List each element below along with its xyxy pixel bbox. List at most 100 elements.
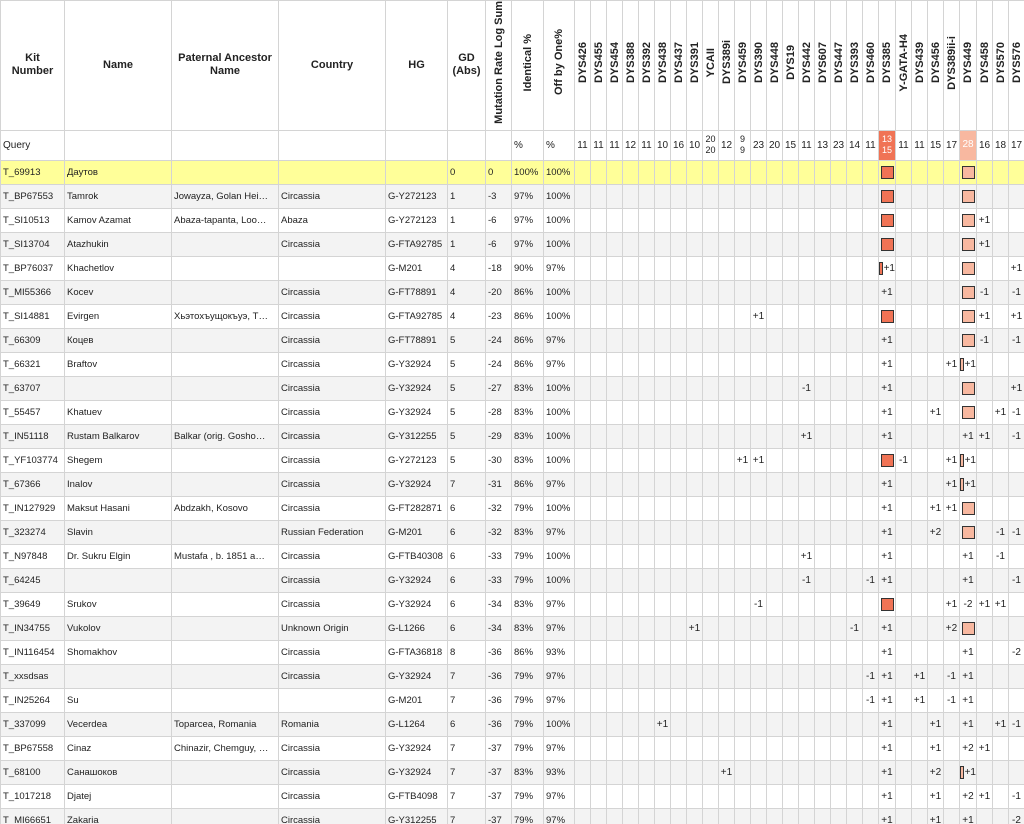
col-header-8[interactable]: Off by One%	[543, 0, 575, 131]
marker-header[interactable]: DYS449	[959, 0, 977, 131]
marker-cell: -1	[895, 447, 912, 473]
marker-header[interactable]: DYS392	[638, 0, 655, 131]
marker-header[interactable]: DYS439	[911, 0, 928, 131]
marker-cell	[590, 183, 607, 209]
marker-cell	[992, 783, 1009, 809]
marker-header[interactable]: DYS385	[878, 0, 896, 131]
col-header-1[interactable]: Name	[64, 0, 172, 131]
table-row[interactable]: T_MI55366 Kocev Circassia G-FT78891 4 -20 86% 1…	[0, 279, 1024, 305]
marker-cell	[622, 495, 639, 521]
marker-diff: +1	[964, 358, 976, 370]
table-row[interactable]: T_63707 Circassia G-Y32924 5 -27 83% 100% -1 +1 +…	[0, 375, 1024, 401]
marker-cell	[670, 495, 687, 521]
table-row[interactable]: T_MI66651 Zakaria Circassia G-Y312255 7 -37 79…	[0, 807, 1024, 824]
marker-header[interactable]: DYS437	[670, 0, 687, 131]
cell-anc	[171, 255, 279, 281]
cell-off: 100%	[543, 567, 575, 593]
table-row[interactable]: T_66309 Коцев Circassia G-FT78891 5 -24 86% 97%…	[0, 327, 1024, 353]
table-row[interactable]: T_64245 Circassia G-Y32924 6 -33 79% 100% -1 -1 +…	[0, 567, 1024, 593]
table-row[interactable]: T_IN25264SuG-M2017-3679%97%-1+1+1-1+1+2	[0, 687, 1024, 713]
marker-cell	[814, 447, 831, 473]
marker-header[interactable]: DYS458	[976, 0, 993, 131]
table-row[interactable]: T_66321 Braftov Circassia G-Y32924 5 -24 86% 97…	[0, 351, 1024, 377]
marker-header[interactable]: DYS570	[992, 0, 1009, 131]
marker-header[interactable]: DYS389ii-i	[943, 0, 960, 131]
table-row[interactable]: T_N97848 Dr. Sukru Elgin Mustafa , b. 1851…	[0, 543, 1024, 569]
marker-header[interactable]: DYS454	[606, 0, 623, 131]
cell-name: Vukolov	[64, 615, 172, 641]
marker-cell	[670, 207, 687, 233]
marker-cell	[927, 255, 944, 281]
table-row[interactable]: T_55457 Khatuev Circassia G-Y32924 5 -28 83% 10…	[0, 399, 1024, 425]
table-row[interactable]: T_SI14881 Evirgen Хьэтохъущокъуэ, Т… Circas…	[0, 303, 1024, 329]
mismatch-marker	[961, 165, 975, 179]
marker-header[interactable]: DYS19	[782, 0, 799, 131]
table-row[interactable]: T_SI10513 Kamov Azamat Abaza-tapanta, Loo……	[0, 207, 1024, 233]
table-row[interactable]: T_67366 Inalov Circassia G-Y32924 7 -31 86% 97%…	[0, 471, 1024, 497]
table-row[interactable]: T_SI13704 Atazhukin Circassia G-FTA92785 1 -6…	[0, 231, 1024, 257]
cell-kit: T_63707	[0, 375, 65, 401]
marker-cell	[782, 207, 799, 233]
marker-header[interactable]: DYS442	[798, 0, 815, 131]
col-header-7[interactable]: Identical %	[511, 0, 544, 131]
marker-header[interactable]: DYS388	[622, 0, 639, 131]
table-row[interactable]: T_68100 Санашоков Circassia G-Y32924 7 -37 83%…	[0, 759, 1024, 785]
marker-cell: -1	[798, 375, 815, 401]
table-row[interactable]: T_69913 Даутов 0 0 100% 100%	[0, 159, 1024, 185]
table-row[interactable]: T_337099 Vecerdea Toparcea, Romania Romania…	[0, 711, 1024, 737]
marker-header[interactable]: DYS390	[750, 0, 767, 131]
col-header-0[interactable]: Kit Number	[0, 0, 65, 131]
marker-cell	[574, 183, 591, 209]
marker-header[interactable]: DYS426	[574, 0, 591, 131]
marker-header[interactable]: Y-GATA-H4	[895, 0, 912, 131]
marker-header[interactable]: DYS459	[734, 0, 751, 131]
marker-cell: +1	[992, 399, 1009, 425]
cell-kit: T_MI66651	[0, 807, 65, 824]
marker-header[interactable]: DYS389i	[718, 0, 735, 131]
marker-cell	[590, 255, 607, 281]
marker-header[interactable]: DYS438	[654, 0, 671, 131]
marker-header[interactable]: DYS448	[766, 0, 783, 131]
marker-header[interactable]: DYS456	[927, 0, 944, 131]
marker-cell	[750, 375, 767, 401]
marker-cell	[798, 639, 815, 665]
cell-hg: G-Y32924	[385, 567, 448, 593]
marker-cell	[654, 519, 671, 545]
table-row[interactable]: T_IN34755 Vukolov Unknown Origin G-L1266 6 -3…	[0, 615, 1024, 641]
table-row[interactable]: T_xxsdsas Circassia G-Y32924 7 -36 79% 97% -1 +1…	[0, 663, 1024, 689]
marker-header[interactable]: DYS460	[862, 0, 879, 131]
marker-header[interactable]: DYS455	[590, 0, 607, 131]
table-row[interactable]: T_IN127929 Maksut Hasani Abdzakh, Kosovo Ci…	[0, 495, 1024, 521]
col-header-6[interactable]: Mutation Rate Log Sum	[485, 0, 512, 131]
marker-header[interactable]: DYS607	[814, 0, 831, 131]
table-row[interactable]: T_BP67558 Cinaz Chinazir, Chemguy, … Circas…	[0, 735, 1024, 761]
cell-anc	[171, 327, 279, 353]
marker-header[interactable]: YCAII	[702, 0, 719, 131]
marker-cell	[862, 423, 879, 449]
table-row[interactable]: T_323274 Slavin Russian Federation G-M201 6-…	[0, 519, 1024, 545]
marker-header[interactable]: DYS447	[830, 0, 847, 131]
mismatch-marker	[961, 333, 975, 347]
marker-cell	[702, 519, 719, 545]
marker-cell	[654, 255, 671, 281]
col-header-4[interactable]: HG	[385, 0, 448, 131]
table-row[interactable]: T_39649 Srukov Circassia G-Y32924 6 -34 83% 97%…	[0, 591, 1024, 617]
marker-header[interactable]: DYS576	[1008, 0, 1024, 131]
col-header-2[interactable]: Paternal Ancestor Name	[171, 0, 279, 131]
marker-cell: -1	[976, 279, 993, 305]
marker-cell	[814, 759, 831, 785]
table-row[interactable]: T_BP76037KhachetlovG-M2014-1890%97%+1+1+…	[0, 255, 1024, 281]
table-row[interactable]: T_YF103774 Shegem Circassia G-Y272123 5 -30 83…	[0, 447, 1024, 473]
cell-name: Kamov Azamat	[64, 207, 172, 233]
col-header-5[interactable]: GD (Abs)	[447, 0, 486, 131]
table-row[interactable]: T_BP67553 Tamrok Jowayza, Golan Hei… Circas…	[0, 183, 1024, 209]
table-row[interactable]: T_IN116454 Shomakhov Circassia G-FTA36818 8-…	[0, 639, 1024, 665]
cell-off: 97%	[543, 663, 575, 689]
marker-header[interactable]: DYS393	[846, 0, 863, 131]
marker-header[interactable]: DYS391	[686, 0, 703, 131]
col-header-3[interactable]: Country	[278, 0, 386, 131]
table-row[interactable]: T_1017218 Djatej Circassia G-FTB4098 7 -37 79%…	[0, 783, 1024, 809]
marker-diff: +1	[962, 646, 974, 658]
marker-cell	[750, 711, 767, 737]
table-row[interactable]: T_IN51118 Rustam Balkarov Balkar (orig. Go…	[0, 423, 1024, 449]
